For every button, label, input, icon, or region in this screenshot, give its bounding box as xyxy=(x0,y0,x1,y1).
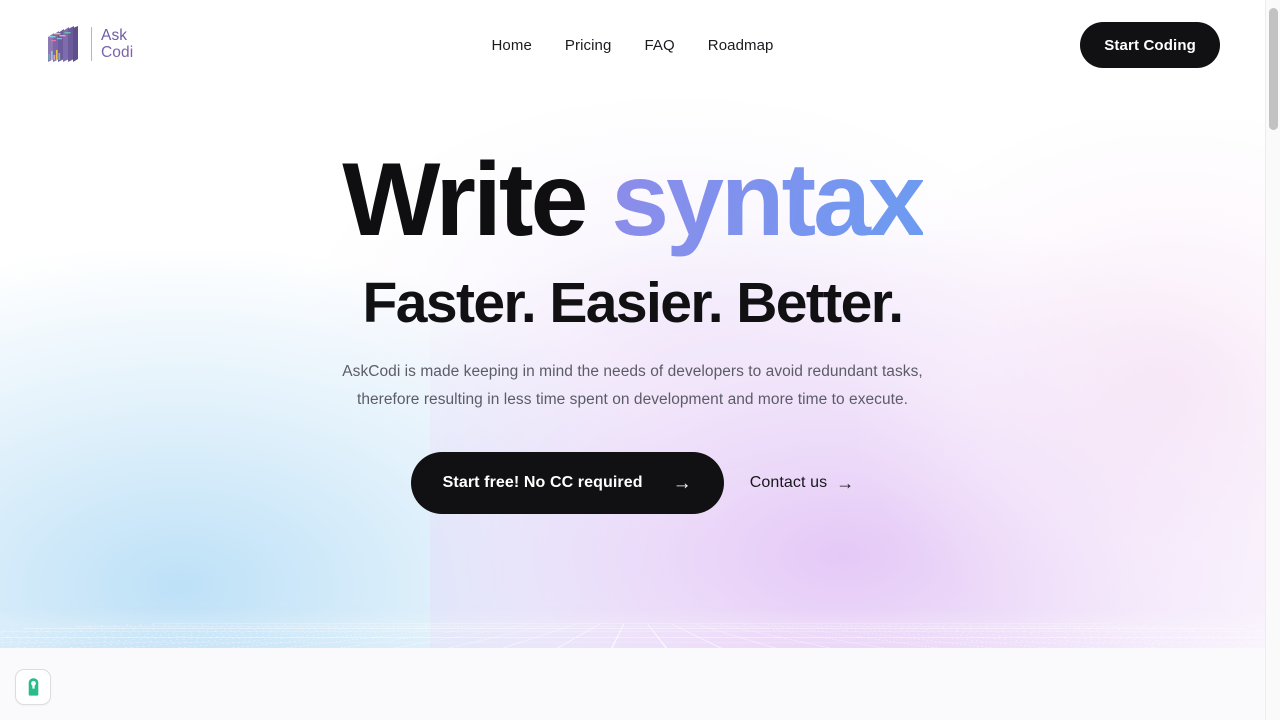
nav-item-pricing[interactable]: Pricing xyxy=(565,37,612,54)
hero-headline: Write syntax xyxy=(342,148,926,252)
vertical-scrollbar[interactable] xyxy=(1265,0,1280,720)
nav-item-faq[interactable]: FAQ xyxy=(644,37,674,54)
arrow-right-icon: → xyxy=(836,473,855,493)
site-header: Ask Codi Home Pricing FAQ Roadmap Start … xyxy=(0,0,1265,90)
privacy-settings-button[interactable] xyxy=(15,669,51,705)
start-free-button[interactable]: Start free! No CC required → xyxy=(410,452,724,514)
hero-cta-row: Start free! No CC required → Contact us … xyxy=(410,452,855,514)
keyhole-privacy-icon xyxy=(28,678,38,696)
page-viewport: Ask Codi Home Pricing FAQ Roadmap Start … xyxy=(0,0,1265,720)
hero-subheadline: Faster. Easier. Better. xyxy=(362,271,904,335)
hero-headline-primary: Write xyxy=(342,142,588,258)
hero-headline-accent: syntax xyxy=(611,142,926,258)
page-body-below-hero xyxy=(0,648,1265,720)
start-coding-button[interactable]: Start Coding xyxy=(1080,22,1220,68)
hero-description: AskCodi is made keeping in mind the need… xyxy=(342,363,923,408)
scrollbar-thumb[interactable] xyxy=(1269,8,1278,130)
arrow-right-icon: → xyxy=(672,472,692,494)
contact-us-link-label: Contact us xyxy=(749,474,828,491)
hero-section: Write syntax Faster. Easier. Better. Ask… xyxy=(0,0,1265,648)
contact-us-link[interactable]: Contact us → xyxy=(750,474,855,492)
nav-item-roadmap[interactable]: Roadmap xyxy=(708,37,774,54)
start-free-button-label: Start free! No CC required xyxy=(442,474,643,491)
main-navigation: Home Pricing FAQ Roadmap xyxy=(0,0,1265,90)
nav-item-home[interactable]: Home xyxy=(491,37,531,54)
